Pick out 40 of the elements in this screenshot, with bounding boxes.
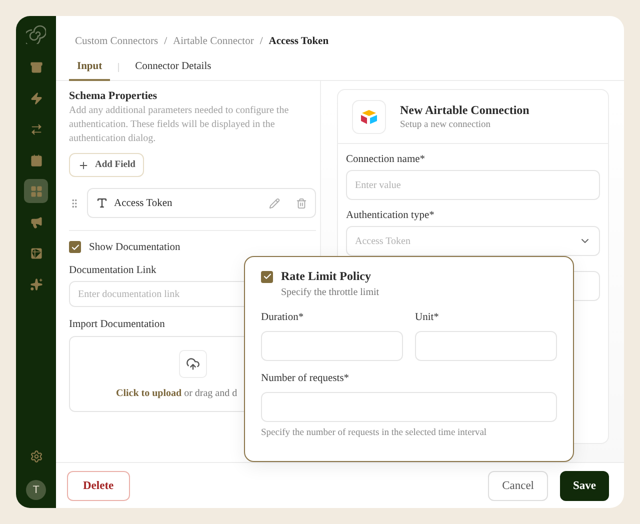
- checkbox[interactable]: [261, 270, 273, 282]
- field-hint: Specify the number of requests in the selected time interval: [261, 428, 488, 438]
- input-field[interactable]: [415, 331, 557, 361]
- field-label: Unit*: [415, 312, 440, 323]
- card-title: New Airtable Connection: [400, 103, 530, 118]
- popover-title: Rate Limit Policy: [281, 269, 371, 284]
- user-avatar[interactable]: T: [26, 480, 46, 500]
- save-button[interactable]: Save: [560, 470, 609, 500]
- cancel-button[interactable]: Cancel: [488, 470, 548, 500]
- add-field-button[interactable]: Add Field: [69, 153, 144, 177]
- checkbox-label: Show Documentation: [89, 242, 180, 252]
- field-name: Access Token: [114, 198, 174, 208]
- breadcrumb-link[interactable]: Custom Connectors: [75, 36, 158, 46]
- field-label: Import Documentation: [69, 319, 166, 330]
- plus-icon: [78, 160, 89, 170]
- tab[interactable]: Input: [69, 54, 110, 80]
- card-subtitle: Setup a new connection: [400, 120, 492, 130]
- delete-button[interactable]: Delete: [67, 470, 130, 500]
- grid-icon[interactable]: [24, 179, 48, 203]
- delete-icon[interactable]: [296, 198, 307, 208]
- upload-icon: [178, 350, 206, 378]
- field-label: Connection name*: [346, 154, 426, 165]
- checkbox[interactable]: [69, 241, 81, 253]
- input-field[interactable]: [261, 331, 403, 361]
- field-label: Authentication type*: [346, 210, 436, 221]
- stacked-shapes-icon: [360, 108, 378, 124]
- field-label: Duration*: [261, 312, 305, 323]
- tab[interactable]: Connector Details: [127, 54, 220, 80]
- text-type-icon: [96, 197, 108, 209]
- upload-link[interactable]: Click to upload: [116, 388, 182, 398]
- breadcrumb-link[interactable]: Access Token: [268, 36, 329, 46]
- section-description: Add any additional parameters needed to configure the authentication. These fields will be displayed in the authentication dialog.: [69, 104, 290, 146]
- upload-instructions: Click to upload or drag and d: [115, 388, 238, 398]
- breadcrumb-separator: /: [260, 36, 263, 46]
- drag-handle-icon[interactable]: [69, 198, 80, 208]
- breadcrumb-separator: /: [164, 36, 168, 46]
- section-title: Schema Properties: [69, 90, 158, 102]
- edit-icon[interactable]: [269, 198, 280, 208]
- breadcrumb-link[interactable]: Airtable Connector: [173, 36, 254, 46]
- input-field[interactable]: [261, 392, 557, 422]
